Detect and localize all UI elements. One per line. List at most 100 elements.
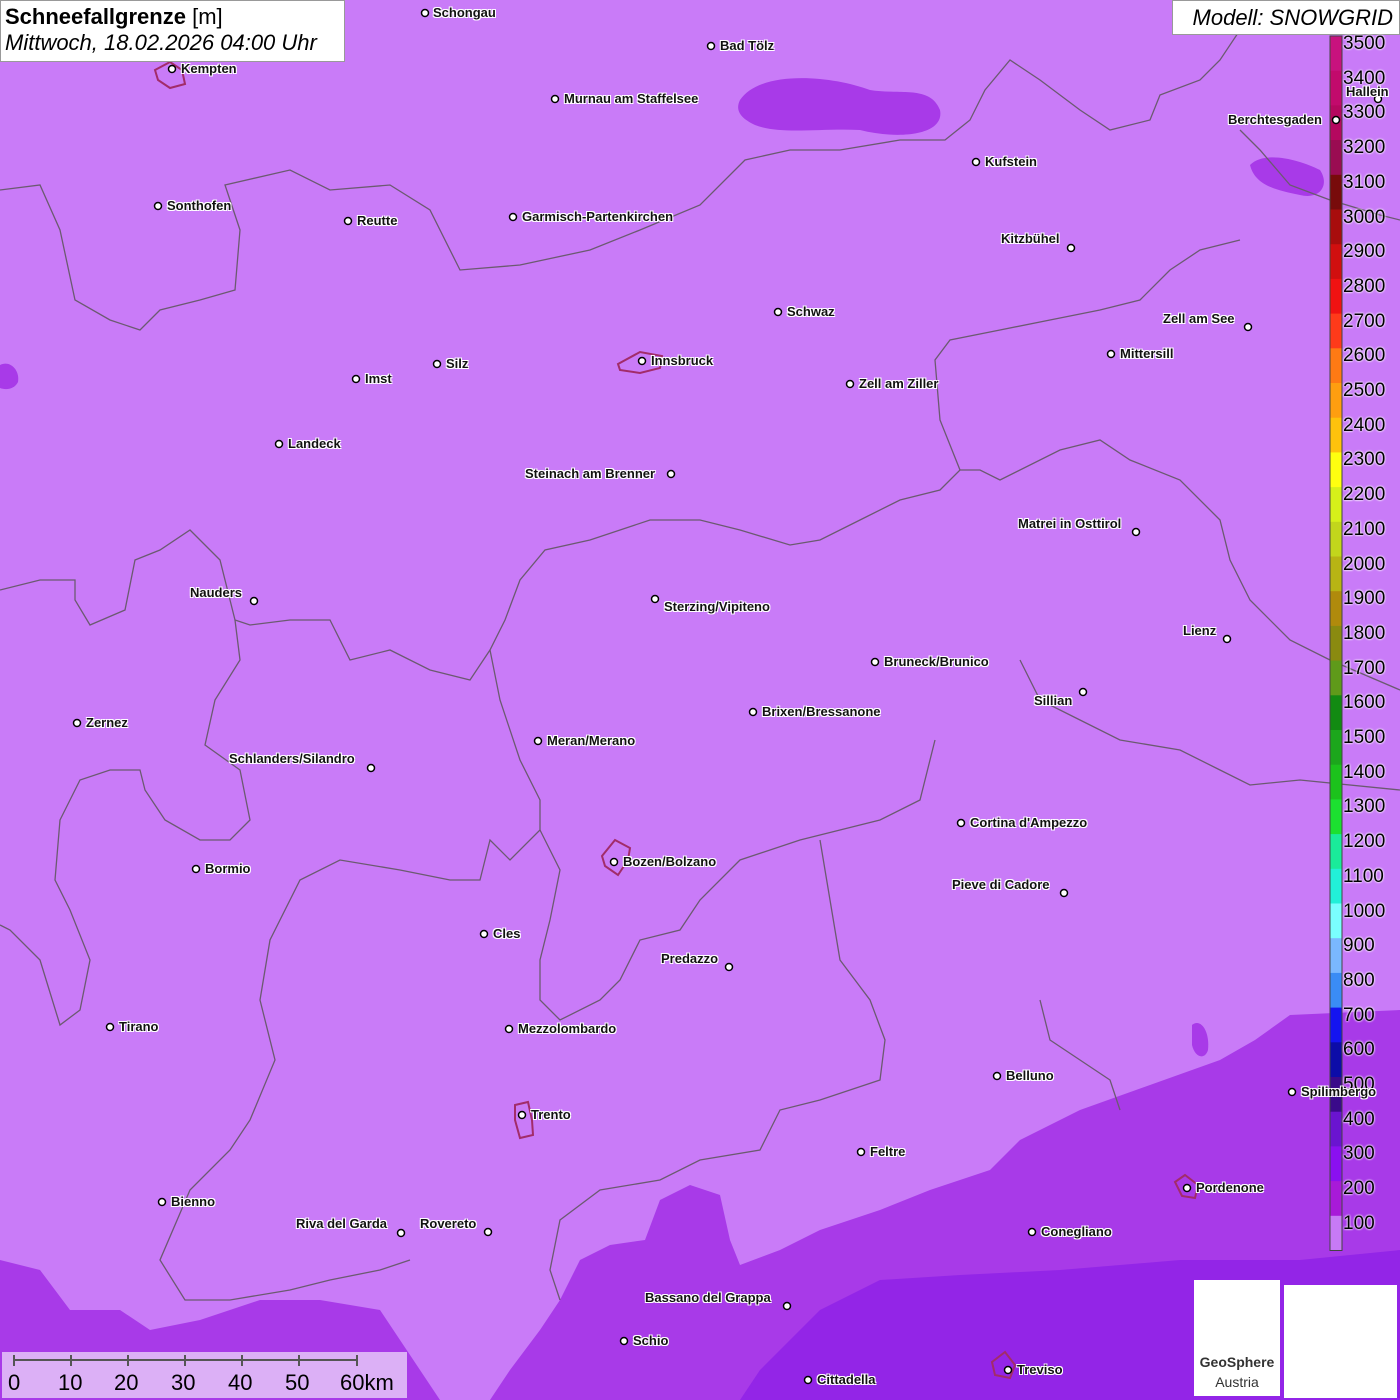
city-label: Murnau am Staffelsee <box>564 91 699 106</box>
city-label: Meran/Merano <box>547 733 636 748</box>
legend-value: 100 <box>1343 1212 1375 1234</box>
city-marker <box>637 356 647 366</box>
legend-value: 200 <box>1343 1178 1375 1200</box>
legend-value: 1200 <box>1343 831 1386 853</box>
map-title-unit: [m] <box>192 4 223 29</box>
legend-swatch <box>1330 1042 1342 1078</box>
legend-swatch <box>1330 938 1342 974</box>
city-label: Feltre <box>870 1144 906 1159</box>
legend-value: 1600 <box>1343 692 1386 714</box>
geosphere-country: Austria <box>1215 1374 1259 1390</box>
scale-label: 40 <box>228 1370 253 1395</box>
app-logo[interactable] <box>1284 1285 1397 1398</box>
scale-label: 60km <box>340 1370 394 1395</box>
city-label: Bad Tölz <box>720 38 775 53</box>
city-marker <box>191 864 201 874</box>
city-marker <box>1182 1183 1192 1193</box>
city-label: Steinach am Brenner <box>525 466 656 481</box>
legend-swatch <box>1330 313 1342 349</box>
city-marker <box>479 929 489 939</box>
legend-value: 3300 <box>1343 102 1386 124</box>
legend-swatch <box>1330 452 1342 488</box>
legend-swatch <box>1330 1146 1342 1182</box>
city-marker <box>105 1022 115 1032</box>
city-label: Schlanders/Silandro <box>229 751 355 766</box>
city-marker <box>619 1336 629 1346</box>
legend-value: 2000 <box>1343 553 1386 575</box>
city-label: Silz <box>446 356 469 371</box>
city-marker <box>533 736 543 746</box>
legend-value: 3500 <box>1343 33 1386 54</box>
city-marker <box>504 1024 514 1034</box>
city-label: Innsbruck <box>651 353 714 368</box>
city-label: Rovereto <box>420 1216 477 1231</box>
city-label: Mittersill <box>1120 346 1174 361</box>
city-label: Hallein <box>1346 84 1389 99</box>
scale-label: 30 <box>171 1370 196 1395</box>
legend-swatch <box>1330 556 1342 592</box>
legend-value: 2700 <box>1343 310 1386 332</box>
city-marker <box>609 857 619 867</box>
legend-swatch <box>1330 70 1342 106</box>
city-label: Bienno <box>171 1194 216 1209</box>
legend-value: 400 <box>1343 1108 1375 1130</box>
legend-value: 1500 <box>1343 727 1386 748</box>
city-label: Riva del Garda <box>296 1216 388 1231</box>
city-marker <box>956 818 966 828</box>
legend-swatch <box>1330 521 1342 557</box>
legend-value: 2300 <box>1343 449 1386 471</box>
city-label: Zernez <box>86 715 128 730</box>
legend-swatch <box>1330 174 1342 210</box>
city-marker <box>274 439 284 449</box>
city-label: Berchtesgaden <box>1228 112 1322 127</box>
scale-label: 20 <box>114 1370 139 1395</box>
city-label: Landeck <box>288 436 341 451</box>
city-label: Pieve di Cadore <box>952 877 1050 892</box>
city-marker <box>1078 687 1088 697</box>
city-label: Trento <box>531 1107 571 1122</box>
city-label: Garmisch-Partenkirchen <box>522 209 674 224</box>
city-marker <box>432 359 442 369</box>
city-marker <box>343 216 353 226</box>
city-marker <box>153 201 163 211</box>
legend-swatch <box>1330 209 1342 245</box>
city-label: Brixen/Bressanone <box>762 704 881 719</box>
city-label: Kufstein <box>985 154 1037 169</box>
legend-value: 2600 <box>1343 345 1386 367</box>
legend-value: 3000 <box>1343 206 1386 228</box>
city-marker <box>1131 527 1141 537</box>
city-label: Spilimbergo <box>1301 1084 1377 1099</box>
city-label: Zell am See <box>1163 311 1235 326</box>
scale-label: 50 <box>285 1370 310 1395</box>
city-marker <box>856 1147 866 1157</box>
legend-swatch <box>1330 348 1342 384</box>
city-marker <box>992 1071 1002 1081</box>
legend-value: 700 <box>1343 1004 1375 1026</box>
legend-value: 1700 <box>1343 657 1386 679</box>
city-label: Schongau <box>433 5 496 20</box>
city-marker <box>420 8 430 18</box>
city-marker <box>803 1375 813 1385</box>
city-label: Sillian <box>1034 693 1073 708</box>
city-marker <box>167 64 177 74</box>
city-marker <box>249 596 259 606</box>
city-label: Matrei in Osttirol <box>1018 516 1122 531</box>
legend-swatch <box>1330 417 1342 453</box>
city-marker <box>396 1228 406 1238</box>
map-title: Schneefallgrenze [m] <box>5 4 340 30</box>
city-label: Schwaz <box>787 304 835 319</box>
legend-value: 2200 <box>1343 484 1386 506</box>
geosphere-name: GeoSphere <box>1199 1354 1275 1370</box>
legend-value: 2800 <box>1343 275 1386 297</box>
map-datetime: Mittwoch, 18.02.2026 04:00 Uhr <box>5 30 317 55</box>
city-label: Bassano del Grappa <box>645 1290 771 1305</box>
city-marker <box>1331 115 1341 125</box>
legend-swatch <box>1330 1181 1342 1217</box>
geosphere-logo[interactable]: GeoSphere Austria <box>1194 1280 1280 1396</box>
legend-swatch <box>1330 140 1342 176</box>
legend-value: 2100 <box>1343 518 1386 540</box>
legend-swatch <box>1330 660 1342 696</box>
city-marker <box>366 763 376 773</box>
city-label: Belluno <box>1006 1068 1054 1083</box>
legend-swatch <box>1330 972 1342 1009</box>
